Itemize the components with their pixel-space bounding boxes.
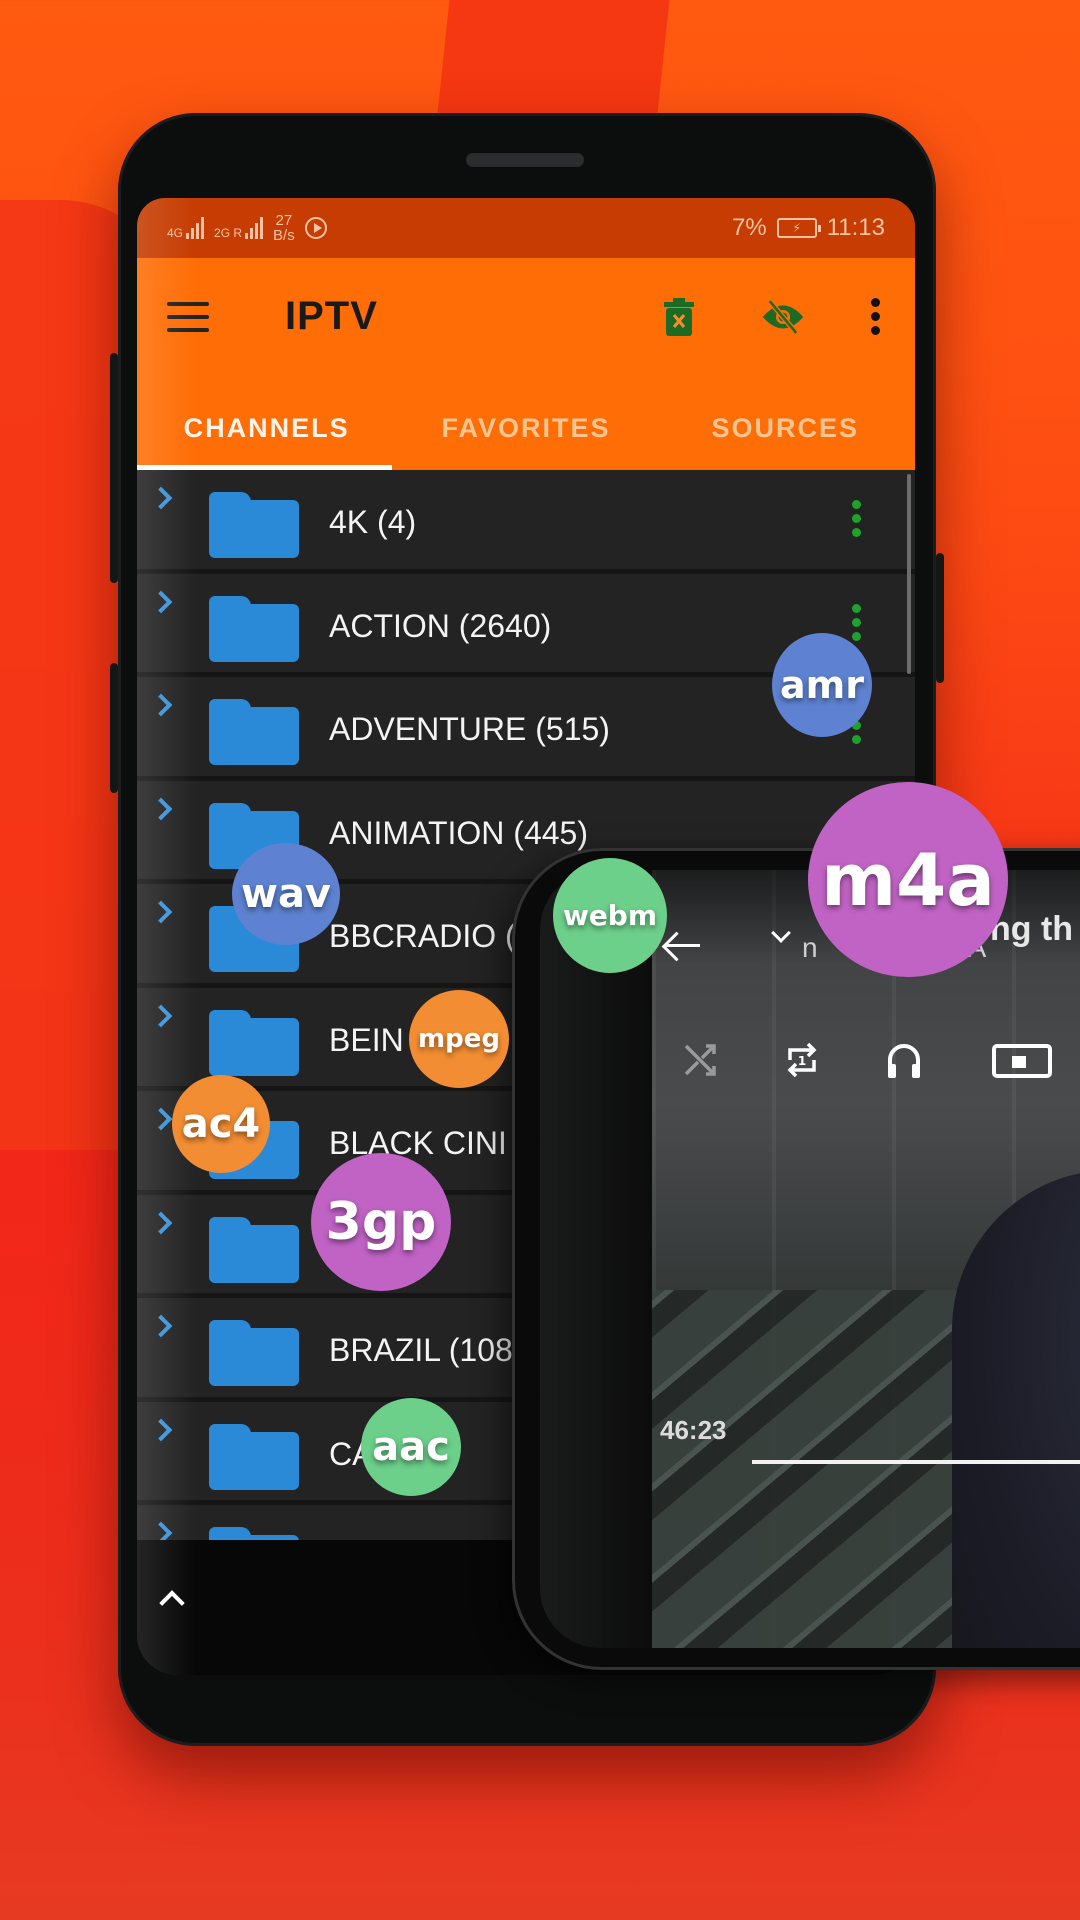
folder-icon: [209, 1423, 299, 1490]
folder-icon: [209, 1009, 299, 1076]
channel-group-label: 4K (4): [329, 504, 417, 540]
network-type-label: 2G R: [214, 226, 243, 240]
folder-icon: [209, 699, 299, 765]
power-button: [936, 553, 944, 683]
folder-icon: [209, 1527, 299, 1540]
folder-icon: [209, 1216, 299, 1283]
channel-group-label: BRAZIL (108: [329, 1332, 513, 1368]
format-bubble: m4a: [808, 782, 1008, 977]
delete-cache-icon[interactable]: [657, 295, 701, 339]
status-bar: 4G 2G R 27 B/s 7% ⚡ 11:13: [137, 198, 915, 258]
headphones-icon[interactable]: [884, 1040, 924, 1080]
folder-icon: [209, 492, 299, 558]
clock: 11:13: [826, 214, 885, 241]
row-overflow-menu-icon[interactable]: [852, 603, 861, 641]
volume-button: [110, 353, 118, 583]
chevron-right-icon[interactable]: [149, 1521, 173, 1540]
hide-icon[interactable]: [761, 295, 805, 339]
back-arrow-icon[interactable]: [662, 930, 700, 960]
repeat-one-icon[interactable]: 1: [782, 1040, 822, 1080]
format-bubble: ac4: [172, 1075, 270, 1173]
format-bubble: mpeg: [409, 990, 509, 1088]
scrollbar[interactable]: [907, 474, 911, 674]
app-bar: IPTV: [137, 258, 915, 375]
row-overflow-menu-icon[interactable]: [852, 500, 861, 537]
seek-bar[interactable]: [752, 1460, 1080, 1464]
picture-in-picture-icon[interactable]: [992, 1040, 1052, 1080]
chevron-up-icon[interactable]: [159, 1590, 185, 1616]
play-circle-icon: [304, 217, 327, 239]
format-bubble: amr: [772, 633, 872, 737]
phone-bezel: [540, 870, 652, 1648]
elapsed-time: 46:23: [660, 1415, 727, 1445]
network-type-label: 4G: [167, 226, 184, 240]
battery-percent: 7%: [732, 214, 767, 241]
video-subject: [952, 1170, 1080, 1648]
chevron-right-icon[interactable]: [149, 900, 173, 924]
video-frame[interactable]: nA ng th 1 46:23: [652, 870, 1080, 1648]
app-title: IPTV: [285, 294, 378, 338]
format-bubble: webm: [553, 858, 667, 973]
folder-icon: [209, 1320, 299, 1386]
format-bubble: wav: [232, 843, 340, 945]
chevron-right-icon[interactable]: [149, 1004, 173, 1027]
channel-group-label: ANIMATION (445): [329, 814, 588, 851]
chevron-right-icon[interactable]: [149, 693, 173, 717]
chevron-right-icon[interactable]: [149, 1211, 173, 1234]
chevron-right-icon[interactable]: [149, 1314, 173, 1338]
network-speed: 27 B/s: [273, 213, 295, 243]
channel-group-label: ACTION (2640): [329, 607, 552, 644]
format-bubble: aac: [361, 1398, 461, 1496]
network-speed-unit: B/s: [273, 227, 295, 244]
tab-channels[interactable]: CHANNELS: [137, 375, 396, 470]
chevron-right-icon[interactable]: [149, 1418, 173, 1441]
folder-icon: [209, 595, 299, 662]
chevron-down-icon[interactable]: [771, 923, 791, 943]
player-screen: nA ng th 1 46:23: [540, 870, 1080, 1648]
side-button: [110, 663, 118, 793]
chevron-right-icon[interactable]: [149, 797, 173, 820]
tab-favorites[interactable]: FAVORITES: [396, 375, 655, 470]
chevron-right-icon[interactable]: [149, 486, 173, 510]
overflow-menu-icon[interactable]: [865, 295, 885, 339]
channel-group-label: ADVENTURE (515): [329, 711, 610, 747]
channel-row[interactable]: 4K (4): [137, 470, 915, 574]
tab-bar: CHANNELS FAVORITES SOURCES: [137, 375, 915, 470]
channel-group-label: BBCRADIO (: [329, 918, 516, 954]
battery-charging-icon: ⚡: [776, 218, 821, 238]
network-speed-value: 27: [275, 212, 293, 229]
signal-4g-icon: 4G: [167, 217, 205, 240]
chevron-right-icon[interactable]: [149, 1107, 173, 1131]
tab-sources[interactable]: SOURCES: [656, 375, 915, 470]
hamburger-menu-icon[interactable]: [167, 301, 209, 332]
format-bubble: 3gp: [311, 1153, 451, 1291]
signal-2g-roaming-icon: 2G R: [214, 217, 264, 240]
phone-speaker: [466, 153, 584, 167]
shuffle-icon[interactable]: [680, 1040, 720, 1080]
video-title-continued: ng th: [990, 910, 1074, 948]
svg-text:1: 1: [798, 1054, 806, 1068]
chevron-right-icon[interactable]: [149, 590, 173, 613]
